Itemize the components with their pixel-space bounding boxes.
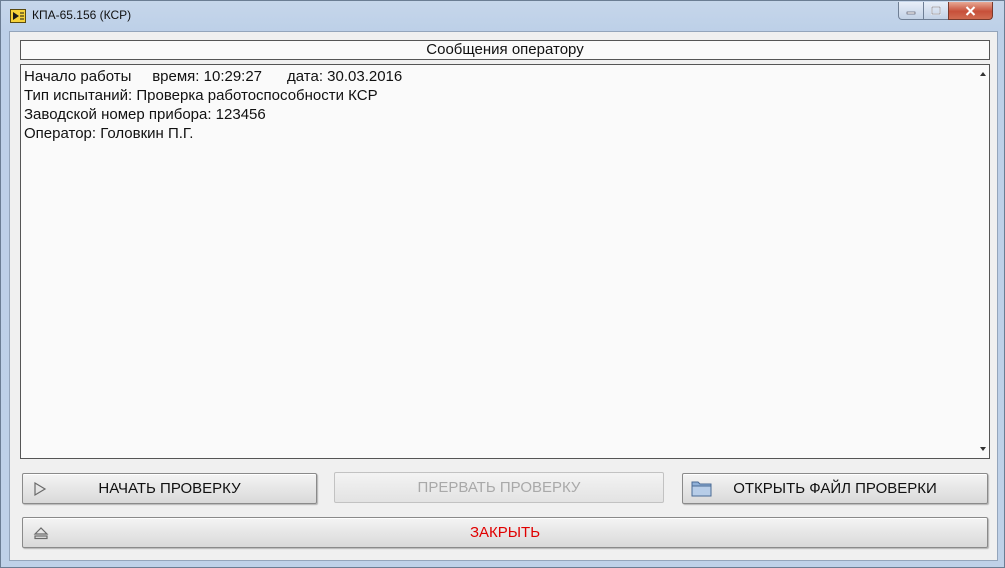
message-line: Оператор: Головкин П.Г. [24,125,194,142]
abort-check-label: ПРЕРВАТЬ ПРОВЕРКУ [417,479,581,496]
app-window: КПА-65.156 (КСР) Сообщения оператору Нач… [0,0,1005,568]
open-check-file-button[interactable]: ОТКРЫТЬ ФАЙЛ ПРОВЕРКИ [682,473,988,504]
folder-icon [691,481,712,497]
messages-textbox[interactable]: Начало работы время: 10:29:27 дата: 30.0… [20,64,990,459]
scroll-down-arrow-icon[interactable] [980,447,986,451]
maximize-button[interactable] [923,2,949,20]
labview-app-icon [10,9,26,23]
maximize-icon [931,6,941,15]
window-close-button[interactable] [948,2,993,20]
scroll-up-arrow-icon[interactable] [980,72,986,76]
messages-list: Начало работы время: 10:29:27 дата: 30.0… [24,67,402,143]
messages-header: Сообщения оператору [20,40,990,60]
client-area: Сообщения оператору Начало работы время:… [9,31,998,561]
message-line: Заводской номер прибора: 123456 [24,106,266,123]
title-bar[interactable]: КПА-65.156 (КСР) [1,1,1004,30]
window-title: КПА-65.156 (КСР) [32,8,132,22]
abort-check-button[interactable]: ПРЕРВАТЬ ПРОВЕРКУ [334,472,664,503]
play-icon [34,481,47,497]
close-label: ЗАКРЫТЬ [469,524,541,541]
eject-icon [33,527,49,540]
start-check-label: НАЧАТЬ ПРОВЕРКУ [98,480,241,497]
close-button[interactable]: ЗАКРЫТЬ [22,517,988,548]
close-icon [965,5,976,16]
minimize-button[interactable] [898,2,924,20]
open-check-file-label: ОТКРЫТЬ ФАЙЛ ПРОВЕРКИ [733,480,937,497]
start-check-button[interactable]: НАЧАТЬ ПРОВЕРКУ [22,473,317,504]
message-line: Начало работы время: 10:29:27 дата: 30.0… [24,68,403,85]
minimize-icon [906,11,916,14]
message-line: Тип испытаний: Проверка работоспособност… [24,87,378,104]
